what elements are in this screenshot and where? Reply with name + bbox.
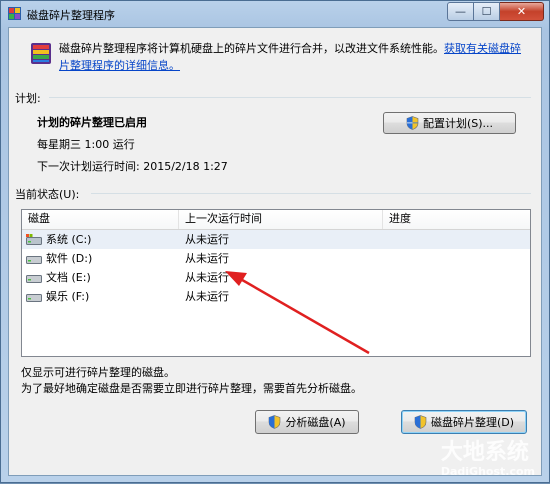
watermark: 大地系统 DadiGhost.com [440, 440, 535, 479]
defragmenter-window: 磁盘碎片整理程序 — ☐ ✕ 磁盘碎片整理程序将计算机硬盘上的碎片文件进行合并，… [0, 0, 550, 483]
annotation-arrow [225, 271, 370, 355]
watermark-url: DadiGhost.com [440, 465, 535, 478]
watermark-title: 大地系统 [440, 440, 529, 465]
